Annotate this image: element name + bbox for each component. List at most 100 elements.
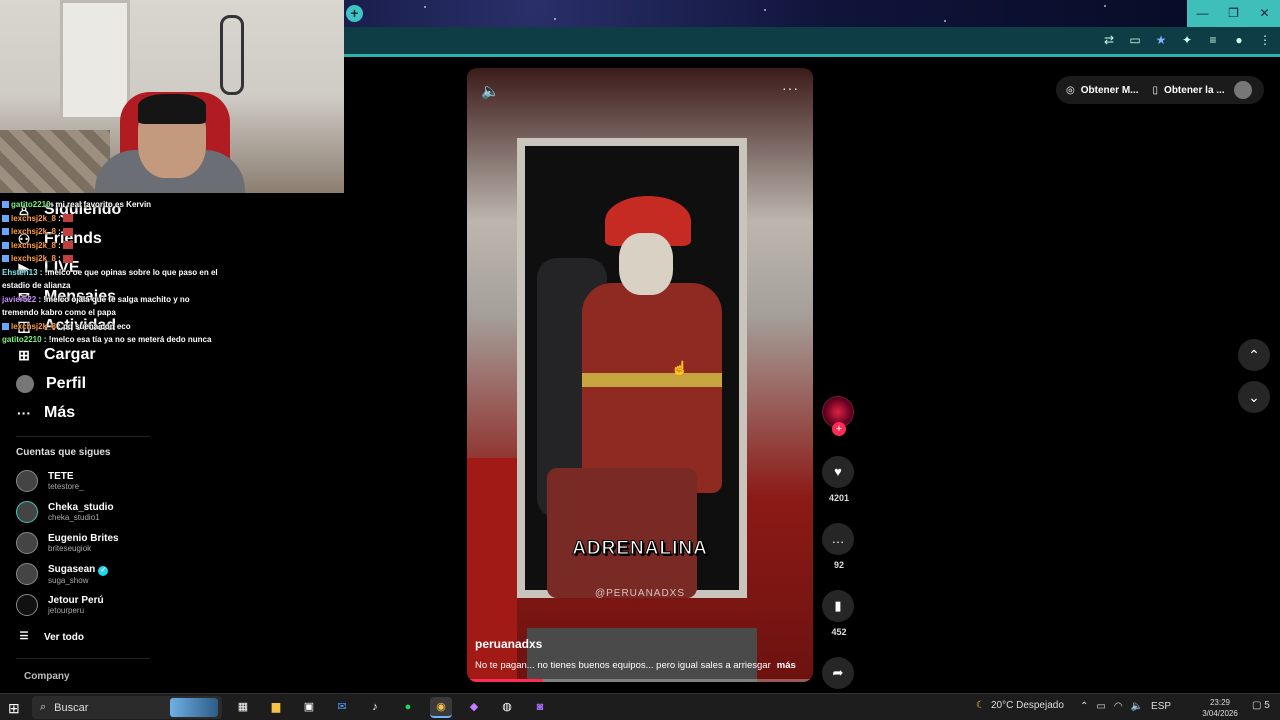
get-coins-button[interactable]: Obtener M... (1081, 85, 1139, 96)
video-overlay-text: ADRENALINA (572, 538, 708, 560)
following-account[interactable]: Eugenio Brites briteseugiok (16, 532, 119, 554)
following-account[interactable]: Sugasean ✓ suga_show (16, 563, 109, 585)
chevron-up-icon[interactable]: ⌃ (1080, 701, 1088, 712)
figma-icon[interactable]: ◆ (463, 697, 485, 718)
avatar (16, 532, 38, 554)
account-name: Sugasean (48, 563, 96, 575)
see-all-label: Ver todo (44, 631, 85, 643)
chat-user: gatito2210 (2, 335, 42, 344)
windows-taskbar: ⊞ ⌕ Buscar ▦ ▆ ▣ ✉ ♪ ● ◉ ◆ ◍ ◙ ☾ 20°C De… (0, 693, 1280, 720)
avatar (16, 470, 38, 492)
following-account[interactable]: TETE tetestore_ (16, 470, 84, 492)
upload-icon: ⊞ (18, 347, 30, 363)
system-tray: ⌃ ▭ ◠ 🔈 ESP (1080, 701, 1171, 712)
minimize-button[interactable]: — (1187, 0, 1218, 27)
twitch-icon[interactable]: ◙ (529, 697, 551, 718)
user-avatar[interactable] (1234, 81, 1252, 99)
account-name: Cheka_studio (48, 502, 114, 513)
close-window-button[interactable]: ✕ (1249, 0, 1280, 27)
following-account[interactable]: Cheka_studio cheka_studio1 (16, 501, 114, 523)
heart-icon: ♥ (834, 464, 842, 479)
prev-video-button[interactable]: ⌃ (1238, 339, 1270, 371)
comment-button[interactable]: … (822, 523, 854, 555)
obs-icon[interactable]: ◍ (496, 697, 518, 718)
follow-plus-icon[interactable]: + (832, 422, 846, 436)
save-count: 452 (831, 627, 847, 637)
menu-icon[interactable]: ⋮ (1258, 33, 1272, 47)
clock[interactable]: 23:29 3/04/2026 (1200, 697, 1240, 719)
mail-icon[interactable]: ✉ (331, 697, 353, 718)
weather-widget[interactable]: ☾ 20°C Despejado (976, 700, 1064, 711)
chat-text: : !melco esa tía ya no se meterá dedo nu… (41, 335, 212, 344)
sidebar-item-more[interactable]: ··· Más (16, 404, 75, 422)
tiktok-icon[interactable]: ♪ (364, 697, 386, 718)
restore-button[interactable]: ❐ (1218, 0, 1249, 27)
video-player[interactable]: 🔈 ··· ADRENALINA @PERUANADXS peruanadxs … (467, 68, 813, 682)
emote-icon (63, 241, 74, 250)
webcam-overlay (0, 0, 344, 193)
video-menu-icon[interactable]: ··· (782, 80, 799, 96)
save-button[interactable]: ▮ (822, 590, 854, 622)
spotify-icon[interactable]: ● (397, 697, 419, 718)
chat-message: Ehsten13 : !melco oe que opinas sobre lo… (2, 266, 222, 293)
browser-tabstrip (344, 0, 1280, 27)
windows-start-icon[interactable]: ⊞ (8, 700, 24, 716)
search-label: Buscar (54, 701, 89, 714)
notification-center[interactable]: ▢ 5 (1252, 700, 1270, 711)
new-tab-button[interactable]: + (346, 5, 363, 22)
account-name: Jetour Perú (48, 595, 104, 606)
account-handle: suga_show (48, 575, 89, 585)
phone-icon: ▯ (1152, 84, 1159, 96)
like-button[interactable]: ♥ (822, 456, 854, 488)
next-video-button[interactable]: ⌄ (1238, 381, 1270, 413)
account-name: Eugenio Brites (48, 533, 119, 544)
profile-avatar (16, 375, 34, 393)
chrome-icon[interactable]: ◉ (430, 697, 452, 718)
company-link[interactable]: Company (24, 671, 70, 682)
bookmark-icon: ▮ (834, 598, 842, 613)
coin-icon: ◎ (1066, 84, 1075, 96)
comment-icon: … (831, 531, 845, 546)
video-watermark: @PERUANADXS (594, 588, 686, 599)
task-view-icon[interactable]: ▦ (232, 697, 254, 718)
video-author[interactable]: peruanadxs (475, 637, 542, 651)
sidebar-item-upload[interactable]: ⊞ Cargar (16, 346, 95, 364)
notification-count: 5 (1264, 700, 1270, 711)
volume-icon[interactable]: 🔈 (481, 82, 500, 100)
get-app-button[interactable]: Obtener la ... (1164, 85, 1225, 96)
chat-text: : (55, 213, 64, 223)
chat-message: javier522 : !melco ojala que te salga ma… (2, 293, 222, 320)
star-icon[interactable]: ★ (1154, 33, 1168, 47)
window-controls: — ❐ ✕ (1187, 0, 1280, 27)
extensions-icon[interactable]: ✦ (1180, 33, 1194, 47)
file-explorer-icon[interactable]: ▆ (265, 697, 287, 718)
store-icon[interactable]: ▣ (298, 697, 320, 718)
chat-user: lexchsj2k_8 (11, 227, 56, 236)
share-button[interactable]: ➦ (822, 657, 854, 689)
media-icon[interactable]: ≡ (1206, 33, 1220, 47)
more-button[interactable]: más (777, 660, 796, 671)
sidebar-item-profile[interactable]: Perfil (16, 375, 86, 393)
weather-text: 20°C Despejado (990, 700, 1064, 711)
video-progress-bar[interactable] (467, 679, 813, 682)
battery-icon[interactable]: ▭ (1096, 701, 1105, 712)
network-icon[interactable]: ◠ (1114, 701, 1123, 712)
translate-icon[interactable]: ⇄ (1102, 33, 1116, 47)
taskbar-search[interactable]: ⌕ Buscar (32, 696, 222, 719)
profile-icon[interactable]: ● (1232, 33, 1246, 47)
avatar (16, 563, 38, 585)
avatar (16, 594, 38, 616)
volume-tray-icon[interactable]: 🔈 (1131, 701, 1143, 712)
top-right-bar: ◎ Obtener M... ▯ Obtener la ... (1056, 76, 1264, 104)
address-bar[interactable]: ⇄ ▭ ★ ✦ ≡ ● ⋮ (344, 27, 1280, 57)
chat-message: lexchsj2k_8 : (2, 252, 222, 266)
chat-user: lexchsj2k_8 (11, 321, 56, 331)
avatar (16, 501, 38, 523)
see-all-button[interactable]: ☰ Ver todo (16, 629, 85, 645)
following-account[interactable]: Jetour Perú jetourperu (16, 594, 104, 616)
chat-text: : pq suena con eco (55, 321, 131, 331)
language-indicator[interactable]: ESP (1151, 701, 1171, 712)
chat-message: lexchsj2k_8 : pq suena con eco (2, 320, 222, 334)
cast-icon[interactable]: ▭ (1128, 33, 1142, 47)
action-rail: + ♥ 4201 … 92 ▮ 452 ➦ 1170 (822, 396, 856, 720)
